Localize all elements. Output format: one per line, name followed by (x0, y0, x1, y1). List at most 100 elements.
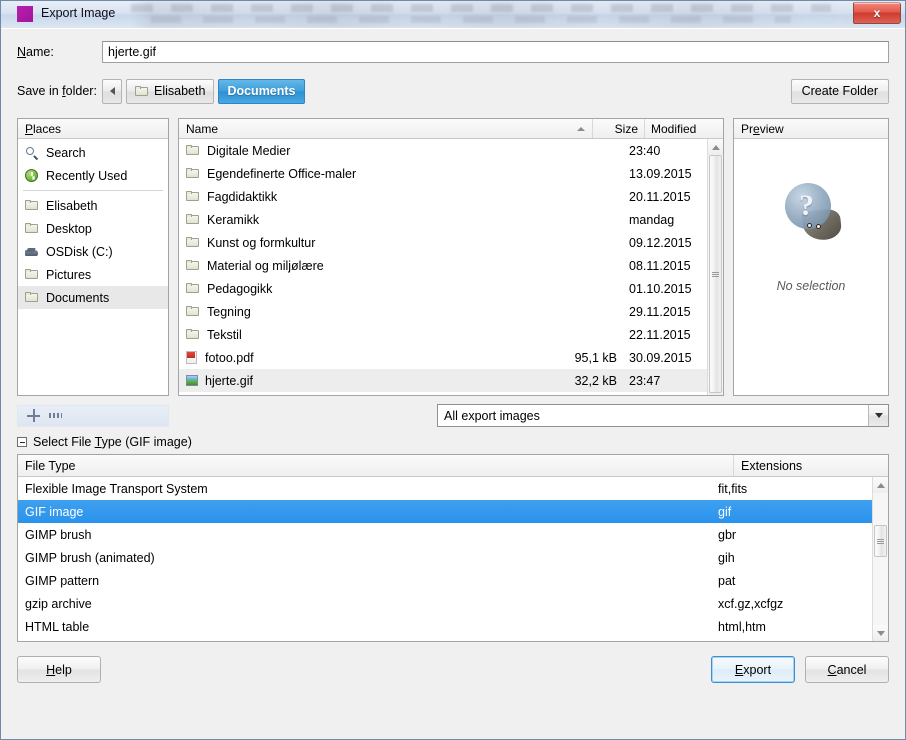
file-name: Tekstil (207, 327, 242, 342)
file-type-name: GIMP brush (animated) (25, 550, 155, 565)
create-folder-button[interactable]: Create Folder (790, 78, 889, 104)
table-row[interactable]: fotoo.pdf 95,1 kB 30.09.2015 (179, 346, 707, 369)
table-row[interactable]: Keramikk mandag (179, 208, 707, 231)
table-row[interactable]: hjerte.gif 32,2 kB 23:47 (179, 369, 707, 392)
file-name: Keramikk (207, 212, 260, 227)
file-name: Pedagogikk (207, 281, 273, 296)
file-type-extensions: fit,fits (718, 481, 748, 496)
glass-background-text-blur-2 (151, 16, 791, 23)
recent-clock-icon (25, 168, 39, 183)
folder-icon (186, 214, 200, 225)
column-header-file-type[interactable]: File Type (18, 455, 734, 476)
column-header-size[interactable]: Size (593, 119, 645, 138)
file-type-name: GIMP pattern (25, 573, 100, 588)
scroll-track[interactable] (708, 155, 723, 393)
file-type-name: GIF image (25, 504, 84, 519)
scroll-track[interactable] (873, 493, 888, 625)
column-header-name[interactable]: Name (179, 119, 593, 138)
table-row[interactable]: Fagdidaktikk 20.11.2015 (179, 185, 707, 208)
scroll-up-icon[interactable] (708, 139, 723, 155)
column-label: File Type (25, 458, 76, 473)
table-row[interactable]: Digitale Medier 23:40 (179, 139, 707, 162)
chevron-left-icon[interactable] (102, 78, 122, 104)
file-type-extensions: gih (718, 550, 735, 565)
folder-icon (186, 145, 200, 156)
list-item[interactable]: GIMP pattern pat (18, 569, 872, 592)
pdf-file-icon (186, 351, 198, 364)
dialog-buttons: Help Export Cancel (1, 642, 905, 684)
file-filter-select[interactable]: All export images (437, 404, 889, 427)
name-row: Name: (1, 29, 905, 65)
chevron-down-icon[interactable] (868, 405, 888, 426)
list-item[interactable]: GIF image gif (18, 500, 872, 523)
file-type-name: gzip archive (25, 596, 92, 611)
file-type-body: Flexible Image Transport System fit,fits… (18, 477, 888, 641)
table-row[interactable]: Material og miljølære 08.11.2015 (179, 254, 707, 277)
folder-icon (186, 191, 200, 202)
sidebar-item-pictures[interactable]: Pictures (18, 263, 168, 286)
scroll-down-icon[interactable] (873, 625, 888, 641)
sidebar-item-label: Pictures (46, 267, 92, 282)
grip-icon (877, 538, 884, 544)
folder-icon (25, 200, 39, 211)
list-item[interactable]: gzip archive xcf.gz,xcfgz (18, 592, 872, 615)
column-header-extensions[interactable]: Extensions (734, 455, 888, 476)
sidebar-item-elisabeth[interactable]: Elisabeth (18, 194, 168, 217)
wilber-question-icon: ? (777, 183, 845, 253)
filename-input[interactable] (102, 41, 889, 63)
folder-icon (186, 237, 200, 248)
list-item[interactable]: GIMP brush (animated) gih (18, 546, 872, 569)
grip-icon (712, 271, 719, 277)
list-item[interactable]: HTML table html,htm (18, 615, 872, 638)
list-item[interactable]: GIMP brush gbr (18, 523, 872, 546)
search-icon (25, 146, 39, 160)
save-in-folder-label: Save in folder: (17, 84, 97, 98)
select-file-type-label: Select File Type (GIF image) (33, 435, 192, 449)
scroll-thumb[interactable] (709, 155, 722, 393)
breadcrumb-documents[interactable]: Documents (218, 78, 305, 104)
title-bar[interactable]: Export Image x (1, 1, 905, 29)
file-type-extensions: xcf.gz,xcfgz (718, 596, 784, 611)
scroll-up-icon[interactable] (873, 477, 888, 493)
file-type-extensions: gif (718, 504, 732, 519)
scroll-thumb[interactable] (874, 525, 887, 557)
sidebar-item-search[interactable]: Search (18, 141, 168, 164)
move-icon[interactable] (27, 409, 40, 422)
file-type-scrollbar[interactable] (872, 477, 888, 641)
file-modified: 20.11.2015 (629, 189, 691, 204)
help-button[interactable]: Help (17, 656, 101, 683)
cancel-button[interactable]: Cancel (805, 656, 889, 683)
table-row[interactable]: Pedagogikk 01.10.2015 (179, 277, 707, 300)
breadcrumb-label: Documents (227, 84, 296, 98)
gimp-icon (17, 6, 33, 22)
drive-icon (25, 246, 39, 258)
breadcrumb-elisabeth[interactable]: Elisabeth (126, 78, 215, 104)
sidebar-item-label: Recently Used (46, 168, 128, 183)
sidebar-item-documents[interactable]: Documents (18, 286, 168, 309)
file-modified: 23:47 (629, 373, 661, 388)
table-row[interactable]: Kunst og formkultur 09.12.2015 (179, 231, 707, 254)
collapse-icon[interactable] (17, 437, 27, 447)
export-button[interactable]: Export (711, 656, 795, 683)
column-header-modified[interactable]: Modified (645, 119, 723, 138)
file-modified: 13.09.2015 (629, 166, 692, 181)
table-row[interactable]: Tegning 29.11.2015 (179, 300, 707, 323)
sidebar-item-recently-used[interactable]: Recently Used (18, 164, 168, 187)
sidebar-item-desktop[interactable]: Desktop (18, 217, 168, 240)
file-list-scrollbar[interactable] (707, 139, 723, 395)
folder-icon (135, 85, 149, 97)
table-row[interactable]: Tekstil 22.11.2015 (179, 323, 707, 346)
file-name: Material og miljølære (207, 258, 324, 273)
browser-area: Places Search Recently Used Elisabeth De… (1, 106, 905, 396)
name-label: Name: (17, 45, 54, 59)
handle-icon[interactable] (49, 413, 62, 418)
file-modified: 01.10.2015 (629, 281, 692, 296)
select-file-type-expander[interactable]: Select File Type (GIF image) (1, 428, 905, 450)
sidebar-item-osdisk[interactable]: OSDisk (C:) (18, 240, 168, 263)
folder-icon (25, 292, 39, 303)
table-row[interactable]: Egendefinerte Office-maler 13.09.2015 (179, 162, 707, 185)
file-type-name: Flexible Image Transport System (25, 481, 208, 496)
file-type-rows: Flexible Image Transport System fit,fits… (18, 477, 872, 641)
close-icon[interactable]: x (853, 2, 901, 24)
list-item[interactable]: Flexible Image Transport System fit,fits (18, 477, 872, 500)
